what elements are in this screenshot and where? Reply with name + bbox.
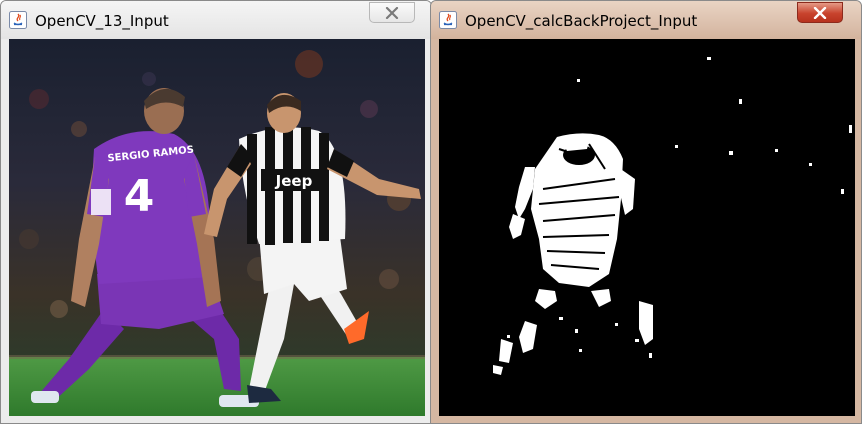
close-icon	[385, 6, 399, 19]
java-icon	[9, 11, 27, 29]
window-opencv-13-input[interactable]: OpenCV_13_Input SERGIO RAMOS 4 Jeep	[0, 0, 432, 424]
title-bar[interactable]: OpenCV_calcBackProject_Input	[431, 1, 861, 39]
window-title: OpenCV_13_Input	[35, 12, 169, 30]
backprojection-mask	[439, 39, 855, 416]
java-icon	[439, 11, 457, 29]
window-opencv-calcbackproject-input[interactable]: OpenCV_calcBackProject_Input	[430, 0, 862, 424]
jersey-number: 4	[124, 171, 155, 222]
jersey-sponsor: Jeep	[275, 172, 313, 190]
input-image: SERGIO RAMOS 4 Jeep	[9, 39, 425, 416]
football-photo: SERGIO RAMOS 4 Jeep	[9, 39, 425, 416]
window-title: OpenCV_calcBackProject_Input	[465, 12, 698, 30]
close-button[interactable]	[369, 2, 415, 23]
backprojection-image	[439, 39, 855, 416]
title-bar[interactable]: OpenCV_13_Input	[1, 1, 431, 39]
close-icon	[813, 6, 827, 19]
close-button[interactable]	[797, 2, 843, 23]
